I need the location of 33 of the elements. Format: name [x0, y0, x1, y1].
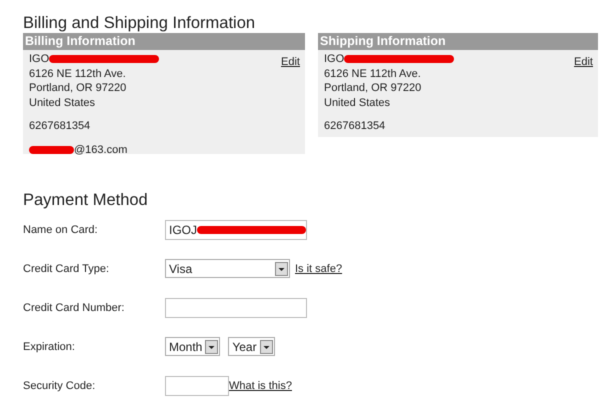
section-title: Billing and Shipping Information: [23, 13, 256, 33]
edit-link[interactable]: Edit: [281, 56, 300, 68]
phone-number: 6267681354: [29, 119, 92, 134]
address-line: 6126 NE 112th Ave.: [324, 66, 422, 81]
help-link[interactable]: What is this?: [229, 380, 292, 392]
section-title: Payment Method: [23, 190, 149, 210]
dropdown[interactable]: Year: [228, 337, 275, 356]
field-label: Credit Card Number:: [23, 302, 126, 314]
dropdown[interactable]: Month: [165, 337, 220, 356]
field-label: Credit Card Type:: [23, 262, 110, 274]
help-link[interactable]: Is it safe?: [295, 262, 342, 274]
caret-icon: [275, 262, 288, 276]
email-address: @163.com: [74, 142, 128, 157]
address-line: United States: [324, 96, 392, 110]
caret-icon: [205, 340, 218, 354]
address-line: 6126 NE 112th Ave.: [29, 66, 127, 81]
dropdown[interactable]: Visa: [165, 259, 290, 278]
field-label: Name on Card:: [23, 224, 99, 236]
field-label: Expiration:: [23, 340, 76, 352]
field-label: Security Code:: [23, 380, 96, 392]
input-field[interactable]: [165, 376, 229, 396]
edit-link[interactable]: Edit: [574, 56, 593, 68]
input-field[interactable]: IGOJ: [165, 220, 307, 240]
phone-number: 6267681354: [324, 119, 386, 134]
panel-header: Shipping Information: [318, 33, 598, 50]
caret-icon: [260, 340, 273, 354]
address-line: Portland, OR 97220: [29, 81, 128, 96]
address-line: Portland, OR 97220: [324, 81, 422, 96]
panel-header: Billing Information: [23, 33, 305, 50]
address-name: IGO: [324, 52, 344, 66]
address-name: IGO: [29, 52, 50, 66]
input-field[interactable]: [165, 298, 307, 318]
address-line: United States: [29, 96, 96, 110]
